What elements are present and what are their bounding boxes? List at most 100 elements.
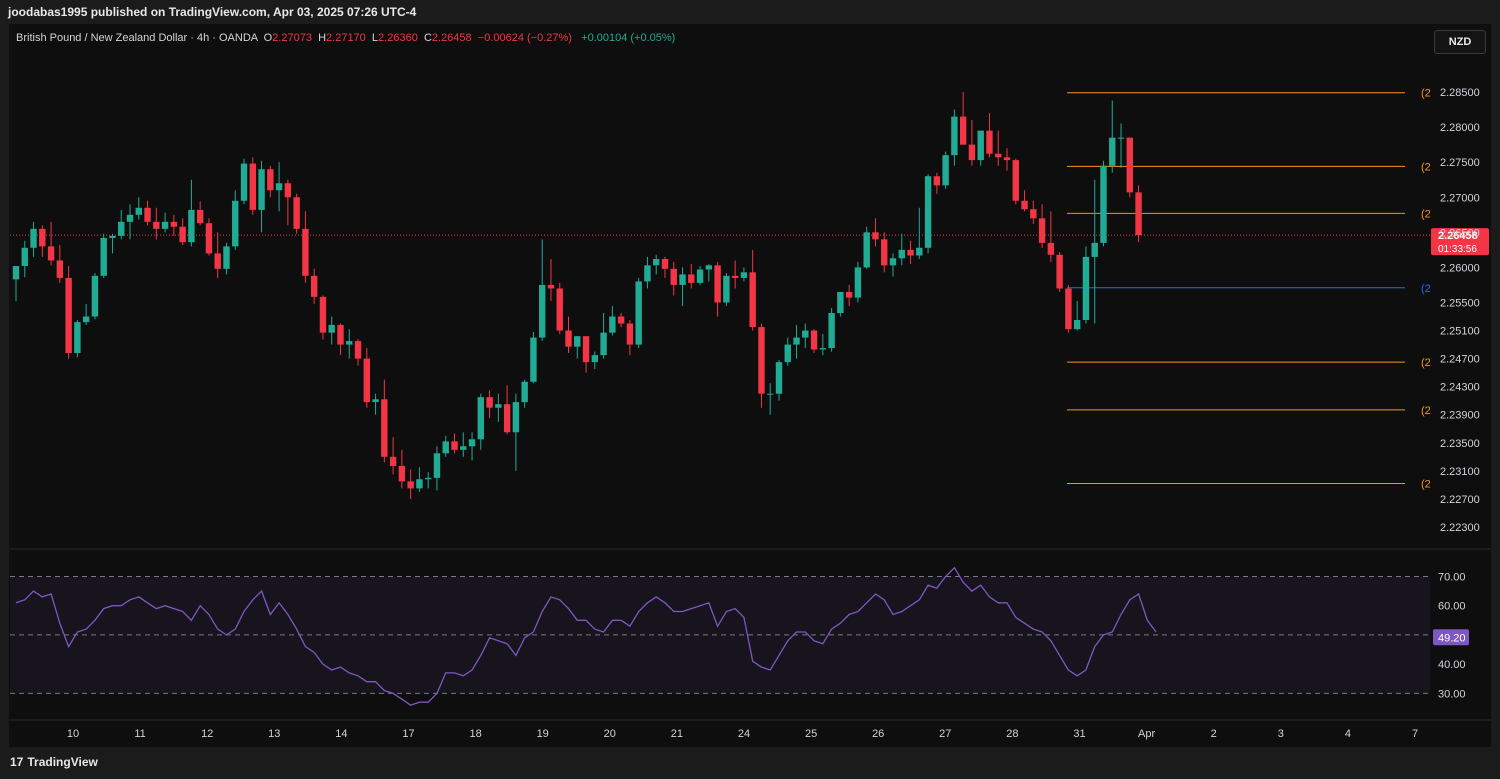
chart-svg[interactable]: (2(2(2(2(2(2(2 2.2645801:33:56 2.285002.… bbox=[0, 0, 1500, 779]
candle-body bbox=[1100, 165, 1107, 243]
candle-body bbox=[653, 259, 660, 266]
candle-body bbox=[547, 284, 555, 289]
candle-body bbox=[126, 214, 134, 222]
candle-body bbox=[626, 323, 634, 345]
time-tick-label: 2 bbox=[1211, 728, 1217, 740]
candle-body bbox=[644, 265, 651, 282]
tradingview-snapshot: joodabas1995 published on TradingView.co… bbox=[0, 0, 1500, 779]
candle-body bbox=[565, 330, 572, 347]
time-tick-label: 21 bbox=[671, 728, 683, 740]
currency-button[interactable]: NZD bbox=[1434, 30, 1486, 54]
rsi-pane: 70.00 60.00 40.00 30.00 49.20 bbox=[9, 548, 1491, 706]
time-tick-label: 19 bbox=[537, 728, 549, 740]
open-label: O bbox=[263, 32, 273, 44]
time-tick-label: Apr bbox=[1138, 728, 1155, 740]
candle-body bbox=[170, 221, 178, 227]
candle-body bbox=[688, 274, 695, 283]
brand-name: TradingView bbox=[27, 755, 98, 769]
candle-body bbox=[1126, 137, 1133, 193]
candle-body bbox=[1003, 157, 1011, 161]
candle-body bbox=[512, 402, 520, 433]
candle-body bbox=[1091, 242, 1098, 257]
candle-body bbox=[1056, 254, 1063, 289]
time-tick-label: 10 bbox=[67, 728, 79, 740]
close-label: C bbox=[423, 32, 432, 44]
candle-body bbox=[1109, 137, 1116, 166]
fib-level-label: (2 bbox=[1421, 405, 1431, 417]
price-tick-label: 2.24300 bbox=[1440, 382, 1480, 394]
candle-body bbox=[354, 341, 362, 359]
time-tick-label: 20 bbox=[604, 728, 616, 740]
candle-body bbox=[460, 446, 467, 450]
candle-body bbox=[205, 223, 213, 254]
candle-body bbox=[144, 207, 151, 222]
last-price-countdown: 01:33:56 bbox=[1438, 244, 1477, 255]
candle-body bbox=[609, 316, 616, 333]
price-tick-label: 2.23500 bbox=[1440, 438, 1480, 450]
candle-body bbox=[82, 316, 90, 323]
price-tick-label: 2.27500 bbox=[1440, 157, 1480, 169]
candle-body bbox=[1065, 288, 1072, 330]
candle-body bbox=[74, 322, 81, 353]
symbol-legend[interactable]: British Pound / New Zealand Dollar · 4h … bbox=[16, 32, 675, 44]
time-tick-label: 3 bbox=[1278, 728, 1284, 740]
candle-body bbox=[600, 332, 607, 356]
time-tick-label: 31 bbox=[1073, 728, 1085, 740]
candle-body bbox=[775, 362, 783, 394]
candle-body bbox=[740, 272, 748, 278]
candle-body bbox=[39, 228, 46, 247]
candle-body bbox=[284, 183, 292, 198]
candle-body bbox=[30, 228, 37, 248]
candle-body bbox=[916, 247, 923, 256]
candle-body bbox=[214, 253, 221, 269]
candle-body bbox=[530, 337, 537, 382]
candles bbox=[12, 92, 1142, 499]
candle-body bbox=[679, 274, 686, 285]
time-tick-label: 12 bbox=[201, 728, 213, 740]
candle-body bbox=[556, 288, 563, 331]
candle-body bbox=[898, 249, 905, 259]
symbol-name: British Pound / New Zealand Dollar · 4h … bbox=[16, 32, 258, 44]
candle-body bbox=[837, 291, 844, 314]
candle-body bbox=[275, 183, 283, 191]
fib-level-label: (2 bbox=[1421, 357, 1431, 369]
footer-brand[interactable]: 17 TradingView bbox=[10, 755, 98, 769]
candle-body bbox=[959, 116, 967, 145]
rsi-value-label: 49.20 bbox=[1438, 632, 1466, 644]
candle-body bbox=[161, 221, 169, 229]
time-tick-label: 24 bbox=[738, 728, 750, 740]
candle-body bbox=[1135, 192, 1142, 236]
low-value: 2.26360 bbox=[378, 32, 418, 44]
candle-body bbox=[635, 281, 642, 345]
candle-body bbox=[758, 327, 765, 394]
candle-body bbox=[845, 291, 853, 298]
candle-body bbox=[1073, 320, 1081, 330]
candle-body bbox=[249, 163, 256, 210]
price-tick-label: 2.26000 bbox=[1440, 262, 1480, 274]
candle-body bbox=[100, 237, 107, 276]
candle-body bbox=[486, 397, 493, 408]
price-tick-label: 2.22700 bbox=[1440, 494, 1480, 506]
change-value: −0.00624 (−0.27%) bbox=[477, 32, 572, 44]
candle-body bbox=[337, 324, 344, 345]
candle-body bbox=[65, 277, 72, 353]
candle-body bbox=[1030, 209, 1037, 219]
candle-body bbox=[109, 235, 116, 238]
price-tick-label: 2.28000 bbox=[1440, 122, 1480, 134]
fib-level-label: (2 bbox=[1421, 478, 1431, 490]
candle-body bbox=[521, 381, 528, 403]
rsi-tick-label: 60.00 bbox=[1438, 601, 1466, 613]
candle-body bbox=[986, 130, 993, 154]
rsi-tick-label: 70.00 bbox=[1438, 571, 1466, 583]
rsi-tick-label: 40.00 bbox=[1438, 659, 1466, 671]
candle-body bbox=[179, 226, 186, 243]
high-value: 2.27170 bbox=[326, 32, 366, 44]
candle-body bbox=[21, 247, 28, 267]
candle-body bbox=[1117, 137, 1125, 139]
candle-body bbox=[118, 221, 125, 236]
candle-body bbox=[802, 330, 809, 338]
candle-body bbox=[433, 453, 441, 478]
price-tick-label: 2.27000 bbox=[1440, 192, 1480, 204]
candle-body bbox=[363, 358, 370, 403]
candle-body bbox=[398, 465, 406, 482]
